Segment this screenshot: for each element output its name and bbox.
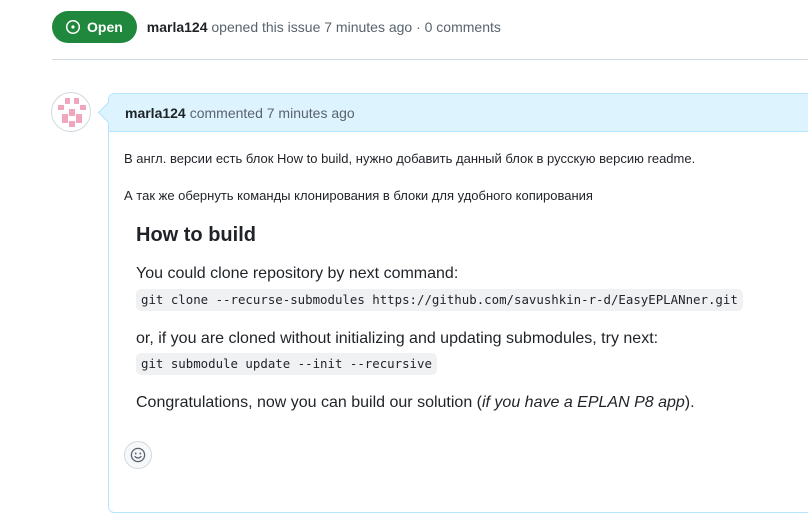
code-submodule-command[interactable]: git submodule update --init --recursive [136, 353, 437, 375]
header-divider [52, 59, 808, 60]
issue-meta: marla124 opened this issue 7 minutes ago… [147, 19, 501, 35]
issue-opened-icon [65, 19, 81, 35]
quoted-line-submodules: or, if you are cloned without initializi… [136, 330, 659, 347]
add-reaction-button[interactable] [124, 441, 152, 469]
issue-state-label: Open [87, 19, 123, 35]
comment-timestamp[interactable]: commented 7 minutes ago [190, 105, 355, 121]
issue-state-badge: Open [52, 11, 137, 43]
congrats-end: ). [684, 394, 695, 411]
quoted-heading: How to build [136, 224, 256, 246]
congrats-text: Congratulations, now you can build our s… [136, 394, 482, 411]
quoted-line-congratulations: Congratulations, now you can build our s… [136, 394, 695, 412]
comment-author-link[interactable]: marla124 [125, 105, 186, 121]
code-clone-command[interactable]: git clone --recurse-submodules https://g… [136, 289, 743, 311]
issue-header: Open marla124 opened this issue 7 minute… [52, 11, 501, 43]
identicon-image [58, 98, 86, 127]
comment-header: marla124 commented 7 minutes ago [109, 94, 808, 132]
comment-paragraph-1: В англ. версии есть блок How to build, н… [124, 151, 696, 166]
issue-author-link[interactable]: marla124 [147, 19, 208, 35]
smiley-icon [130, 447, 146, 463]
issue-meta-text: opened this issue 7 minutes ago · 0 comm… [211, 19, 501, 35]
congrats-italic: if you have a EPLAN P8 app [481, 394, 685, 411]
quoted-line-clone: You could clone repository by next comma… [136, 265, 459, 282]
comment-paragraph-2: А так же обернуть команды клонирования в… [124, 188, 593, 203]
avatar[interactable] [51, 92, 91, 132]
